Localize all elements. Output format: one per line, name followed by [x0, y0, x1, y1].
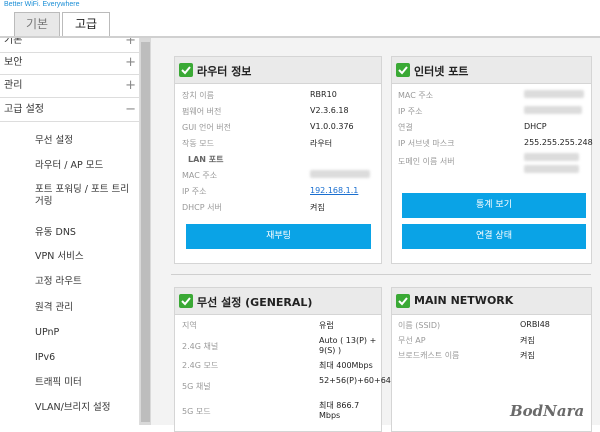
sidebar-item-wireless[interactable]: 무선 설정 [35, 135, 135, 147]
brand-tagline: Better WiFi. Everywhere [4, 1, 80, 8]
row-label: 연결 [398, 123, 413, 132]
sidebar-category-label: 관리 [4, 80, 23, 91]
row-label: DHCP 서버 [182, 203, 222, 212]
row-label: IP 주소 [182, 187, 207, 196]
row-value: DHCP [524, 122, 547, 131]
lan-section-header: LAN 포트 [188, 155, 224, 164]
sidebar-item-router-ap-mode[interactable]: 라우터 / AP 모드 [35, 160, 135, 172]
card-title: MAIN NETWORK [414, 294, 514, 307]
sidebar-category-security[interactable]: 보안 + [0, 52, 139, 75]
row-value: 52+56(P)+60+64 [319, 376, 391, 385]
sidebar-item-static-routes[interactable]: 고정 라우트 [35, 276, 135, 288]
card-header: 무선 설정 (GENERAL) [175, 288, 381, 315]
check-icon [179, 63, 193, 77]
sidebar-item-port-forwarding[interactable]: 포트 포워딩 / 포트 트리거링 [35, 184, 135, 208]
card-title: 인터넷 포트 [414, 65, 469, 78]
card-header: MAIN NETWORK [392, 288, 591, 315]
expand-icon[interactable]: + [125, 52, 136, 74]
main-panel: 라우터 정보 장치 이름 RBR10 펌웨어 버전 V2.3.6.18 GUI … [151, 38, 600, 432]
row-label: MAC 주소 [398, 91, 434, 100]
sidebar-category-advanced[interactable]: 고급 설정 − [0, 99, 139, 122]
sidebar-item-upnp[interactable]: UPnP [35, 327, 135, 339]
row-label: IP 주소 [398, 107, 423, 116]
row-label: 5G 모드 [182, 407, 211, 416]
sidebar-item-vpn[interactable]: VPN 서비스 [35, 251, 135, 263]
row-label: 2.4G 채널 [182, 342, 219, 351]
view-statistics-button[interactable]: 통계 보기 [402, 193, 586, 218]
sidebar-category-label: 보안 [4, 57, 23, 68]
row-value: 최대 400Mbps [319, 361, 373, 370]
redacted-value [524, 153, 579, 161]
top-bar: Better WiFi. Everywhere 기본 고급 [0, 0, 600, 38]
sidebar-item-dynamic-dns[interactable]: 유동 DNS [35, 227, 135, 239]
sidebar-scrollbar-thumb[interactable] [141, 42, 150, 422]
collapse-icon[interactable]: − [125, 99, 136, 121]
sidebar-category-basic[interactable]: 기본 + [0, 38, 139, 53]
tab-basic[interactable]: 기본 [14, 12, 60, 36]
row-value: ORBI48 [520, 320, 550, 329]
row-label: 브로드캐스트 이름 [398, 351, 460, 360]
check-icon [179, 294, 193, 308]
internet-port-card: 인터넷 포트 MAC 주소 IP 주소 연결 DHCP IP 서브넷 마스크 2… [391, 56, 593, 264]
sidebar-item-vlan-bridge[interactable]: VLAN/브리지 설정 [35, 402, 135, 414]
redacted-value [524, 90, 584, 98]
sidebar-item-remote-management[interactable]: 원격 관리 [35, 302, 135, 314]
sidebar-category-label: 기본 [4, 38, 23, 46]
row-value: 켜짐 [520, 336, 535, 345]
row-label: 펌웨어 버전 [182, 107, 222, 116]
check-icon [396, 63, 410, 77]
row-label: MAC 주소 [182, 171, 218, 180]
sidebar-category-label: 고급 설정 [4, 104, 44, 115]
row-value: 켜짐 [310, 203, 325, 212]
row-value: RBR10 [310, 90, 337, 99]
router-info-card: 라우터 정보 장치 이름 RBR10 펌웨어 버전 V2.3.6.18 GUI … [174, 56, 382, 264]
row-value: 라우터 [310, 139, 333, 148]
check-icon [396, 294, 410, 308]
redacted-value [310, 170, 370, 178]
row-label: 2.4G 모드 [182, 361, 219, 370]
row-label: 무선 AP [398, 336, 426, 345]
row-label: 장치 이름 [182, 91, 214, 100]
row-value: 켜짐 [520, 351, 535, 360]
row-value: V2.3.6.18 [310, 106, 349, 115]
row-value: 255.255.255.248 [524, 138, 593, 147]
card-header: 인터넷 포트 [392, 57, 591, 84]
expand-icon[interactable]: + [125, 75, 136, 97]
row-value: 유럽 [319, 321, 334, 330]
row-label: 도메인 이름 서버 [398, 157, 455, 166]
card-title: 무선 설정 (GENERAL) [197, 296, 313, 309]
redacted-value [524, 165, 579, 173]
connection-status-button[interactable]: 연결 상태 [402, 224, 586, 249]
row-value: 최대 866.7 Mbps [319, 401, 360, 420]
lan-ip-link[interactable]: 192.168.1.1 [310, 186, 358, 195]
row-value: Auto ( 13(P) + 9(S) ) [319, 336, 377, 355]
row-value: V1.0.0.376 [310, 122, 354, 131]
section-divider [171, 274, 591, 275]
row-label: GUI 언어 버전 [182, 123, 231, 132]
row-label: IP 서브넷 마스크 [398, 139, 455, 148]
sidebar-category-admin[interactable]: 관리 + [0, 75, 139, 98]
watermark-logo: BodNara [510, 402, 585, 420]
card-header: 라우터 정보 [175, 57, 381, 84]
row-label: 5G 채널 [182, 382, 211, 391]
sidebar: 기본 + 보안 + 관리 + 고급 설정 − 무선 설정 라우터 / AP 모드… [0, 38, 140, 425]
reboot-button[interactable]: 재부팅 [186, 224, 371, 249]
row-label: 이름 (SSID) [398, 321, 441, 330]
sidebar-item-ipv6[interactable]: IPv6 [35, 352, 135, 364]
row-label: 지역 [182, 321, 197, 330]
sidebar-item-traffic-meter[interactable]: 트래픽 미터 [35, 377, 135, 389]
card-title: 라우터 정보 [197, 65, 252, 78]
tab-advanced[interactable]: 고급 [62, 12, 110, 38]
row-label: 작동 모드 [182, 139, 214, 148]
redacted-value [524, 106, 582, 114]
wireless-general-card: 무선 설정 (GENERAL) 지역 유럽 2.4G 채널 Auto ( 13(… [174, 287, 391, 432]
expand-icon[interactable]: + [125, 38, 136, 52]
